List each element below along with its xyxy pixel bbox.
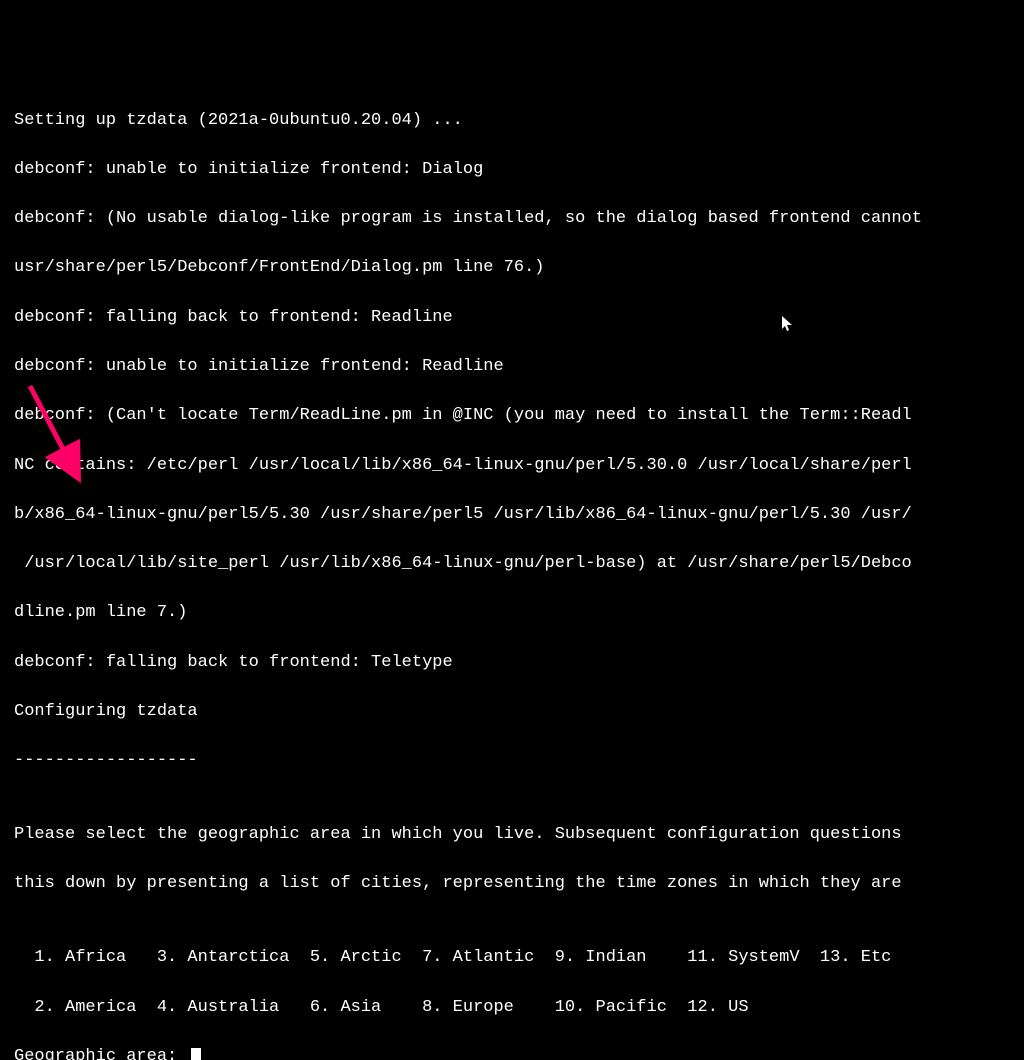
geographic-options-row: 1. Africa 3. Antarctica 5. Arctic 7. Atl… (14, 946, 1010, 971)
terminal-output-line: /usr/local/lib/site_perl /usr/lib/x86_64… (14, 552, 1010, 577)
terminal-output-line: Configuring tzdata (14, 700, 1010, 725)
geographic-options-row: 2. America 4. Australia 6. Asia 8. Europ… (14, 996, 1010, 1021)
terminal-output-line: this down by presenting a list of cities… (14, 872, 1010, 897)
geographic-area-prompt[interactable]: Geographic area: (14, 1047, 201, 1060)
terminal-output-line: dline.pm line 7.) (14, 601, 1010, 626)
terminal-output-line: b/x86_64-linux-gnu/perl5/5.30 /usr/share… (14, 503, 1010, 528)
terminal-output-line: debconf: unable to initialize frontend: … (14, 158, 1010, 183)
terminal-output-line: ------------------ (14, 749, 1010, 774)
terminal-output-line: Setting up tzdata (2021a-0ubuntu0.20.04)… (14, 109, 1010, 134)
prompt-label: Geographic area: (14, 1047, 187, 1060)
terminal-output-line: debconf: falling back to frontend: Readl… (14, 306, 1010, 331)
cursor-icon (191, 1048, 201, 1060)
terminal-output-line: Please select the geographic area in whi… (14, 823, 1010, 848)
terminal-output-line: debconf: falling back to frontend: Telet… (14, 651, 1010, 676)
terminal-output-line: usr/share/perl5/Debconf/FrontEnd/Dialog.… (14, 256, 1010, 281)
terminal-output-line: debconf: (Can't locate Term/ReadLine.pm … (14, 404, 1010, 429)
terminal-output-line: NC contains: /etc/perl /usr/local/lib/x8… (14, 454, 1010, 479)
terminal-output-line: debconf: (No usable dialog-like program … (14, 207, 1010, 232)
terminal-output-line: debconf: unable to initialize frontend: … (14, 355, 1010, 380)
